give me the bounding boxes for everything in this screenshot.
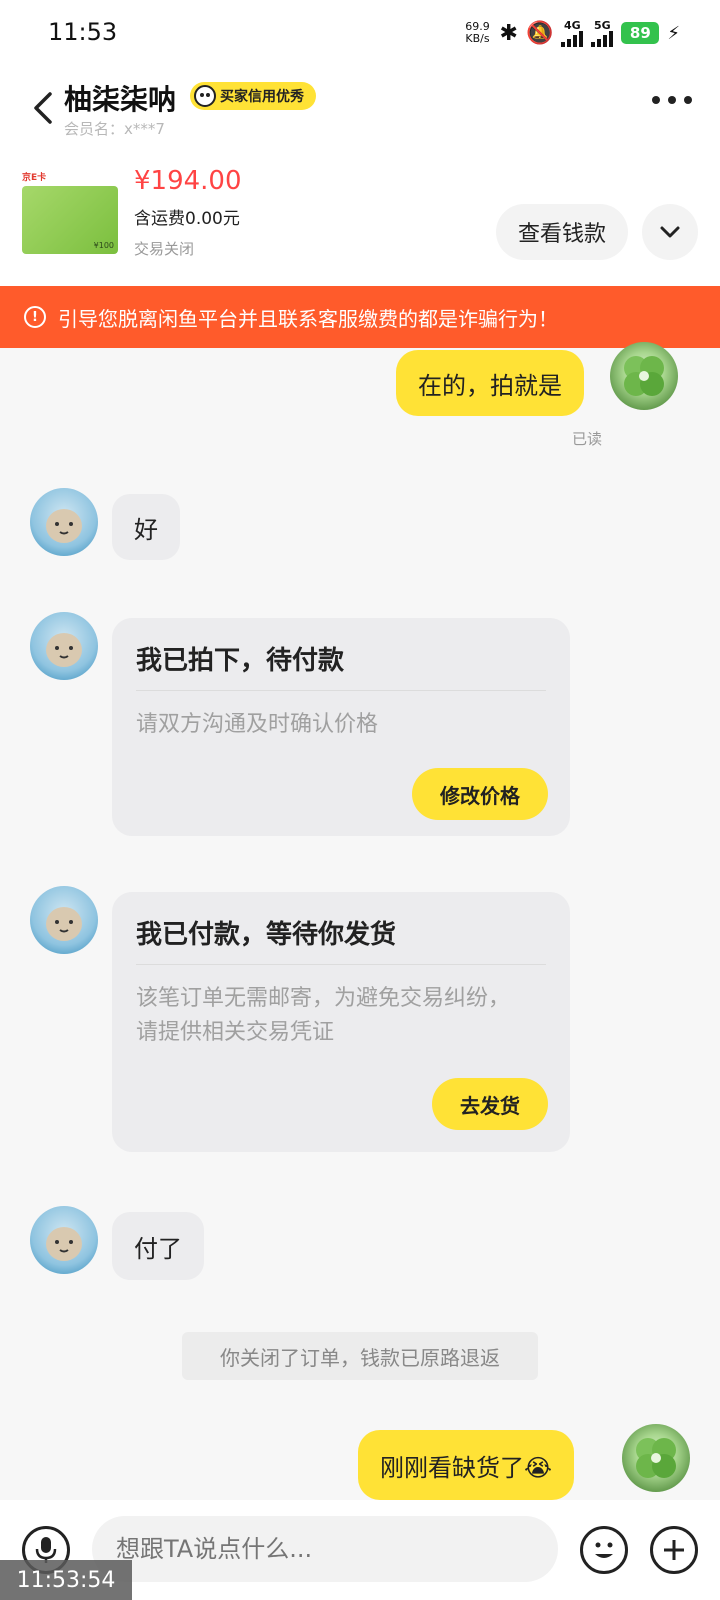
status-time: 11:53 — [48, 18, 118, 46]
product-card[interactable]: 京E卡 ¥100 ¥194.00 含运费0.00元 交易关闭 查看钱款 — [0, 156, 720, 286]
warning-text: 引导您脱离闲鱼平台并且联系客服缴费的都是诈骗行为！ — [58, 306, 558, 331]
signal-4g-label: 4G — [564, 18, 581, 32]
network-speed-unit: KB/s — [465, 32, 490, 45]
contact-name: 柚柒柒呐 — [64, 83, 177, 116]
add-button[interactable] — [650, 1526, 698, 1574]
signal-5g: 5G — [591, 18, 614, 47]
product-image-brand: 京E卡 — [22, 173, 47, 183]
emoji-button[interactable] — [580, 1526, 628, 1574]
charging-icon: ⚡ — [667, 22, 680, 44]
system-notice: 你关闭了订单，钱款已原路退返 — [182, 1332, 538, 1380]
signal-bars-icon — [591, 30, 614, 47]
order-card-pending-payment: 我已拍下，待付款 请双方沟通及时确认价格 修改价格 — [112, 618, 570, 836]
view-payment-button[interactable]: 查看钱款 — [496, 204, 628, 260]
ship-goods-button[interactable]: 去发货 — [432, 1078, 548, 1130]
cat-avatar-icon — [46, 509, 82, 543]
mute-icon: 🔕 — [525, 20, 554, 46]
my-avatar[interactable] — [610, 342, 678, 410]
status-bar: 11:53 69.9 KB/s ✱ 🔕 4G 5G 89 ⚡ — [0, 0, 720, 66]
contact-avatar[interactable] — [30, 886, 98, 954]
message-bubble-received[interactable]: 好 — [112, 494, 180, 560]
battery-icon: 89 — [621, 22, 660, 44]
warning-icon: ! — [24, 306, 46, 328]
card-divider — [136, 690, 546, 691]
contact-avatar[interactable] — [30, 488, 98, 556]
card-title: 我已付款，等待你发货 — [136, 920, 397, 950]
plus-icon — [664, 1540, 684, 1560]
message-bubble-sent[interactable]: 刚刚看缺货了😭 — [358, 1430, 575, 1500]
cat-avatar-icon — [46, 907, 82, 941]
timestamp-overlay: 11:53:54 — [0, 1560, 132, 1600]
signal-5g-label: 5G — [594, 18, 611, 32]
my-avatar[interactable] — [622, 1424, 690, 1492]
message-bubble-received[interactable]: 付了 — [112, 1212, 204, 1280]
product-image-value: ¥100 — [93, 241, 114, 250]
cat-avatar-icon — [46, 633, 82, 667]
chevron-down-icon — [660, 226, 680, 238]
cat-avatar-icon — [46, 1227, 82, 1261]
network-speed: 69.9 KB/s — [464, 21, 492, 45]
product-image[interactable]: 京E卡 ¥100 — [20, 168, 120, 262]
credit-badge: 买家信用优秀 — [190, 82, 316, 110]
card-title: 我已拍下，待付款 — [136, 646, 345, 676]
order-status: 交易关闭 — [134, 240, 195, 258]
contact-avatar[interactable] — [30, 612, 98, 680]
card-body: 该笔订单无需邮寄，为避免交易纠纷，请提供相关交易凭证 — [136, 986, 511, 1045]
fraud-warning-banner: ! 引导您脱离闲鱼平台并且联系客服缴费的都是诈骗行为！ — [0, 286, 720, 348]
bluetooth-icon: ✱ — [499, 20, 518, 46]
modify-price-button[interactable]: 修改价格 — [412, 768, 548, 820]
expand-button[interactable] — [642, 204, 698, 260]
message-bubble-sent[interactable]: 在的，拍就是 — [396, 350, 584, 416]
message-input[interactable] — [92, 1516, 558, 1582]
more-options-icon[interactable] — [652, 96, 692, 108]
credit-face-icon — [194, 85, 216, 107]
card-body: 请双方沟通及时确认价格 — [136, 712, 379, 737]
member-name: 会员名：x***7 — [64, 120, 165, 138]
shipping-fee: 含运费0.00元 — [134, 209, 240, 229]
read-receipt: 已读 — [572, 430, 603, 448]
signal-bars-icon — [561, 30, 584, 47]
clover-icon — [624, 356, 664, 396]
credit-badge-label: 买家信用优秀 — [220, 89, 304, 105]
contact-avatar[interactable] — [30, 1206, 98, 1274]
gift-card-graphic: ¥100 — [22, 186, 118, 254]
status-icons: 69.9 KB/s ✱ 🔕 4G 5G 89 ⚡ — [464, 16, 680, 50]
signal-4g: 4G — [561, 18, 584, 47]
clover-icon — [636, 1438, 676, 1478]
back-arrow-icon[interactable] — [28, 88, 58, 128]
smiley-icon — [595, 1542, 613, 1558]
product-price: ¥194.00 — [134, 166, 242, 196]
card-divider — [136, 964, 546, 965]
order-card-paid: 我已付款，等待你发货 该笔订单无需邮寄，为避免交易纠纷，请提供相关交易凭证 去发… — [112, 892, 570, 1152]
chat-header: 柚柒柒呐 买家信用优秀 会员名：x***7 — [0, 66, 720, 156]
